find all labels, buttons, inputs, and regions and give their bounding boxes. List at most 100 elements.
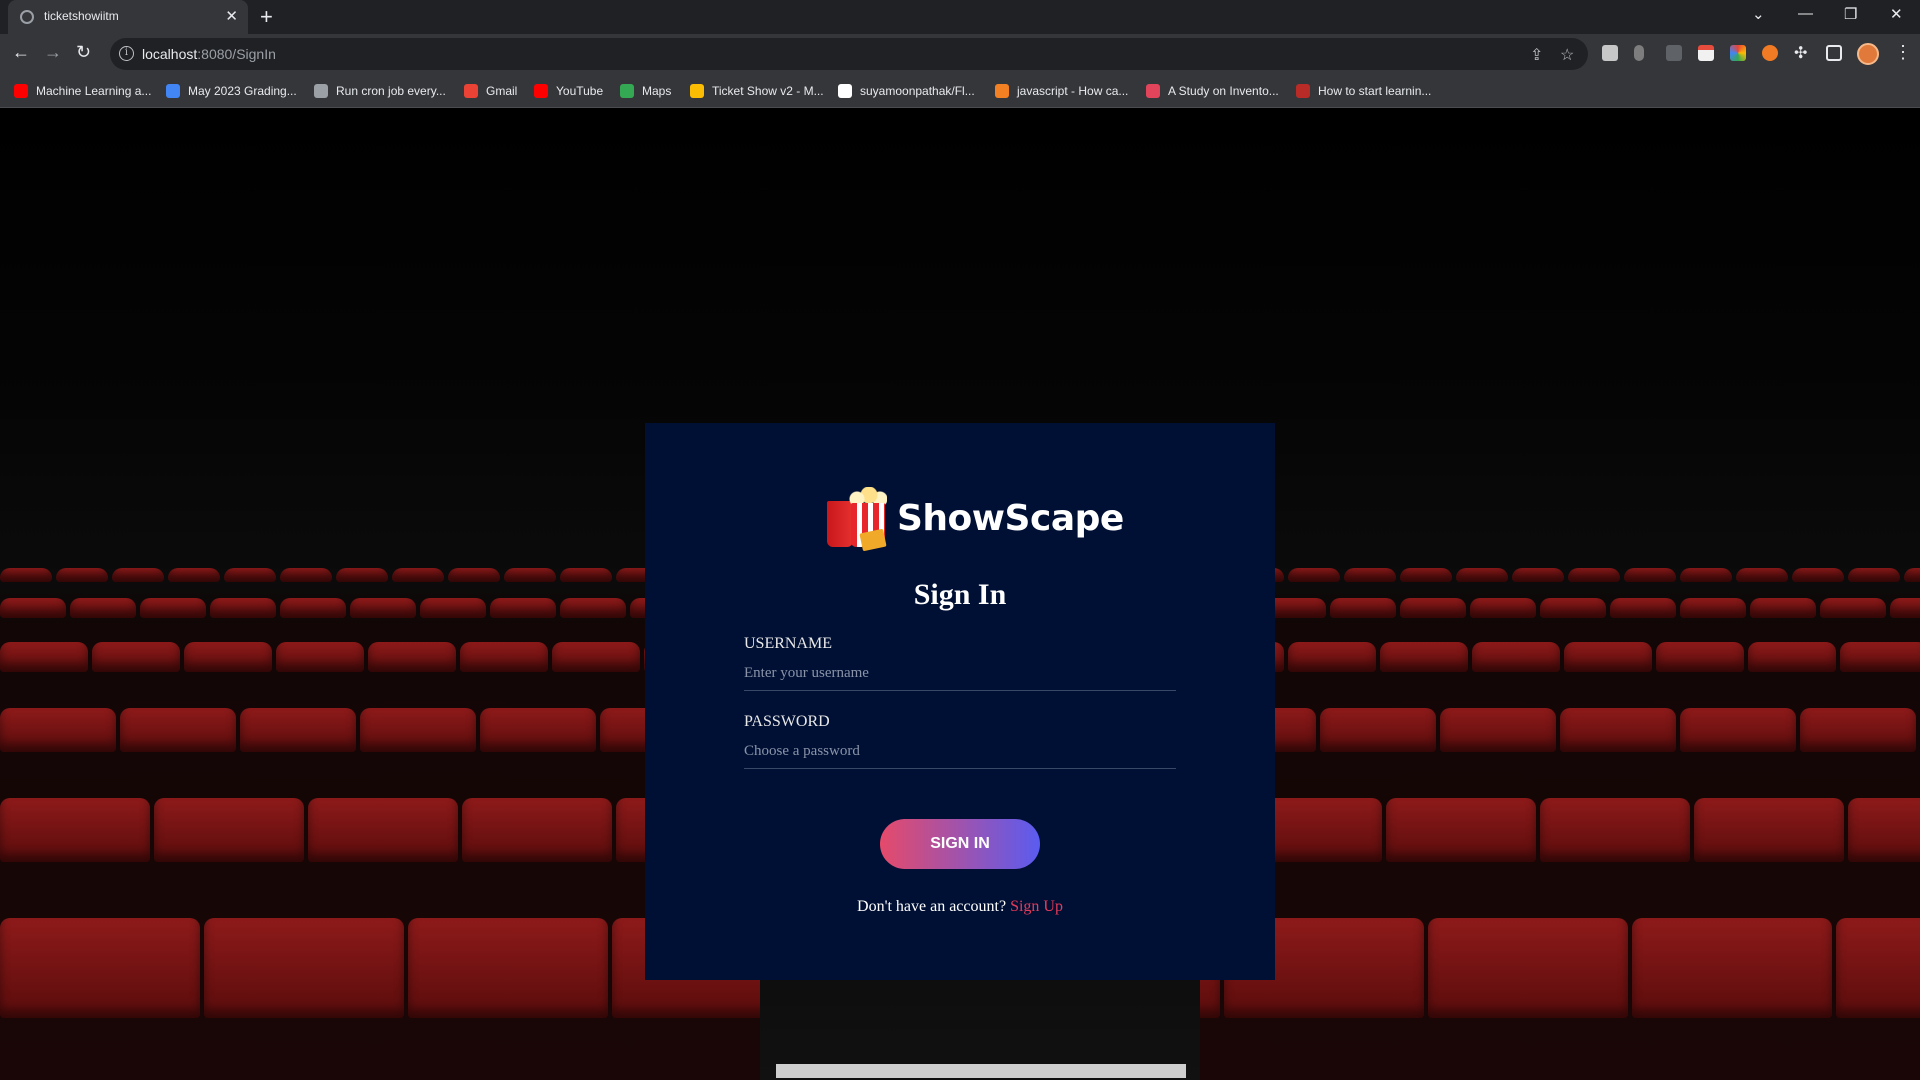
bookmark-item[interactable]: Gmail bbox=[464, 83, 517, 99]
seat bbox=[1428, 918, 1628, 1018]
restore-icon[interactable]: ❐ bbox=[1844, 5, 1857, 23]
seat bbox=[1470, 598, 1536, 618]
seat bbox=[392, 568, 444, 582]
seat bbox=[1748, 642, 1836, 672]
extension-icon-4[interactable] bbox=[1698, 45, 1714, 61]
seat bbox=[1400, 598, 1466, 618]
back-icon[interactable]: ← bbox=[12, 42, 30, 63]
forward-icon[interactable]: → bbox=[44, 42, 62, 63]
sign-up-link[interactable]: Sign Up bbox=[1010, 898, 1063, 915]
extension-icon-1[interactable] bbox=[1602, 45, 1618, 61]
bookmark-label: Run cron job every... bbox=[336, 84, 446, 98]
bookmark-item[interactable]: javascript - How ca... bbox=[995, 83, 1128, 99]
bookmark-item[interactable]: YouTube bbox=[534, 83, 603, 99]
signup-prompt: Don't have an account? bbox=[857, 898, 1007, 915]
menu-kebab-icon[interactable]: ⋮ bbox=[1894, 42, 1912, 63]
brand-name: ShowScape bbox=[897, 497, 1124, 539]
sign-in-button[interactable]: SIGN IN bbox=[880, 819, 1040, 869]
bookmark-favicon-icon bbox=[314, 84, 328, 98]
seat bbox=[1472, 642, 1560, 672]
seat bbox=[184, 642, 272, 672]
seat bbox=[1840, 642, 1920, 672]
seat bbox=[1288, 568, 1340, 582]
seat bbox=[336, 568, 388, 582]
bookmark-label: Machine Learning a... bbox=[36, 84, 152, 98]
bookmark-item[interactable]: Maps bbox=[620, 83, 671, 99]
seat bbox=[168, 568, 220, 582]
username-group: USERNAME bbox=[744, 635, 1176, 691]
username-label: USERNAME bbox=[744, 635, 833, 652]
bookmark-favicon-icon bbox=[690, 84, 704, 98]
extension-icon-6[interactable] bbox=[1762, 45, 1778, 61]
extensions-puzzle-icon[interactable]: ✣ bbox=[1794, 43, 1807, 63]
username-input[interactable] bbox=[744, 657, 1176, 691]
address-bar[interactable]: i localhost:8080/SignIn ⇪ ☆ bbox=[110, 38, 1588, 70]
seat bbox=[120, 708, 236, 752]
seat bbox=[1890, 598, 1920, 618]
bookmark-label: A Study on Invento... bbox=[1168, 84, 1279, 98]
minimize-icon[interactable]: — bbox=[1798, 5, 1813, 22]
signup-prompt-line: Don't have an account? Sign Up bbox=[645, 898, 1275, 916]
seat bbox=[420, 598, 486, 618]
seat bbox=[224, 568, 276, 582]
reload-icon[interactable]: ↻ bbox=[76, 42, 91, 63]
seat bbox=[154, 798, 304, 862]
browser-toolbar: ← → ↻ i localhost:8080/SignIn ⇪ ☆ ✣ ⋮ bbox=[0, 34, 1920, 74]
extension-icon-5[interactable] bbox=[1730, 45, 1746, 61]
password-input[interactable] bbox=[744, 735, 1176, 769]
seat bbox=[1380, 642, 1468, 672]
bookmark-item[interactable]: A Study on Invento... bbox=[1146, 83, 1279, 99]
bookmark-favicon-icon bbox=[534, 84, 548, 98]
seat bbox=[0, 568, 52, 582]
seat bbox=[1320, 708, 1436, 752]
side-panel-icon[interactable] bbox=[1826, 45, 1842, 61]
seat bbox=[1820, 598, 1886, 618]
new-tab-button[interactable]: + bbox=[260, 4, 273, 30]
seat bbox=[1800, 708, 1916, 752]
browser-tab[interactable]: ticketshowiitm ✕ bbox=[8, 0, 248, 34]
tab-search-icon[interactable]: ⌄ bbox=[1752, 5, 1765, 23]
extension-icon-3[interactable] bbox=[1666, 45, 1682, 61]
bookmark-item[interactable]: Ticket Show v2 - M... bbox=[690, 83, 824, 99]
window-close-icon[interactable]: ✕ bbox=[1890, 5, 1903, 23]
seat bbox=[276, 642, 364, 672]
bookmark-item[interactable]: May 2023 Grading... bbox=[166, 83, 297, 99]
bookmark-item[interactable]: How to start learnin... bbox=[1296, 83, 1431, 99]
seat bbox=[1750, 598, 1816, 618]
seat bbox=[92, 642, 180, 672]
seat bbox=[1512, 568, 1564, 582]
seat bbox=[1400, 568, 1452, 582]
seat bbox=[1656, 642, 1744, 672]
seat bbox=[1540, 598, 1606, 618]
seat bbox=[280, 598, 346, 618]
browser-tab-bar: ticketshowiitm ✕ + ⌄ — ❐ ✕ bbox=[0, 0, 1920, 34]
seat bbox=[280, 568, 332, 582]
brand-logo: ShowScape bbox=[825, 483, 1124, 553]
bookmark-item[interactable]: Run cron job every... bbox=[314, 83, 446, 99]
seat bbox=[552, 642, 640, 672]
bookmark-item[interactable]: suyamoonpathak/Fl... bbox=[838, 83, 975, 99]
bookmark-favicon-icon bbox=[464, 84, 478, 98]
share-icon[interactable]: ⇪ bbox=[1530, 45, 1543, 65]
bookmark-label: How to start learnin... bbox=[1318, 84, 1432, 98]
page-content: ShowScape Sign In USERNAME PASSWORD SIGN… bbox=[0, 108, 1920, 1080]
seat bbox=[1792, 568, 1844, 582]
bookmark-item[interactable]: Machine Learning a... bbox=[14, 83, 151, 99]
bookmark-favicon-icon bbox=[1296, 84, 1310, 98]
seat bbox=[56, 568, 108, 582]
seat bbox=[1540, 798, 1690, 862]
bookmark-label: May 2023 Grading... bbox=[188, 84, 297, 98]
seat bbox=[1564, 642, 1652, 672]
profile-avatar[interactable] bbox=[1857, 43, 1879, 65]
seat bbox=[1386, 798, 1536, 862]
bookmarks-bar: Machine Learning a... May 2023 Grading...… bbox=[0, 74, 1920, 108]
site-info-icon[interactable]: i bbox=[119, 46, 134, 61]
close-tab-icon[interactable]: ✕ bbox=[225, 7, 238, 25]
seat bbox=[1610, 598, 1676, 618]
bookmark-star-icon[interactable]: ☆ bbox=[1560, 45, 1574, 65]
extension-icon-2[interactable] bbox=[1634, 45, 1644, 61]
bookmark-label: Gmail bbox=[486, 84, 518, 98]
bookmark-favicon-icon bbox=[14, 84, 28, 98]
seat bbox=[1694, 798, 1844, 862]
seat bbox=[0, 798, 150, 862]
